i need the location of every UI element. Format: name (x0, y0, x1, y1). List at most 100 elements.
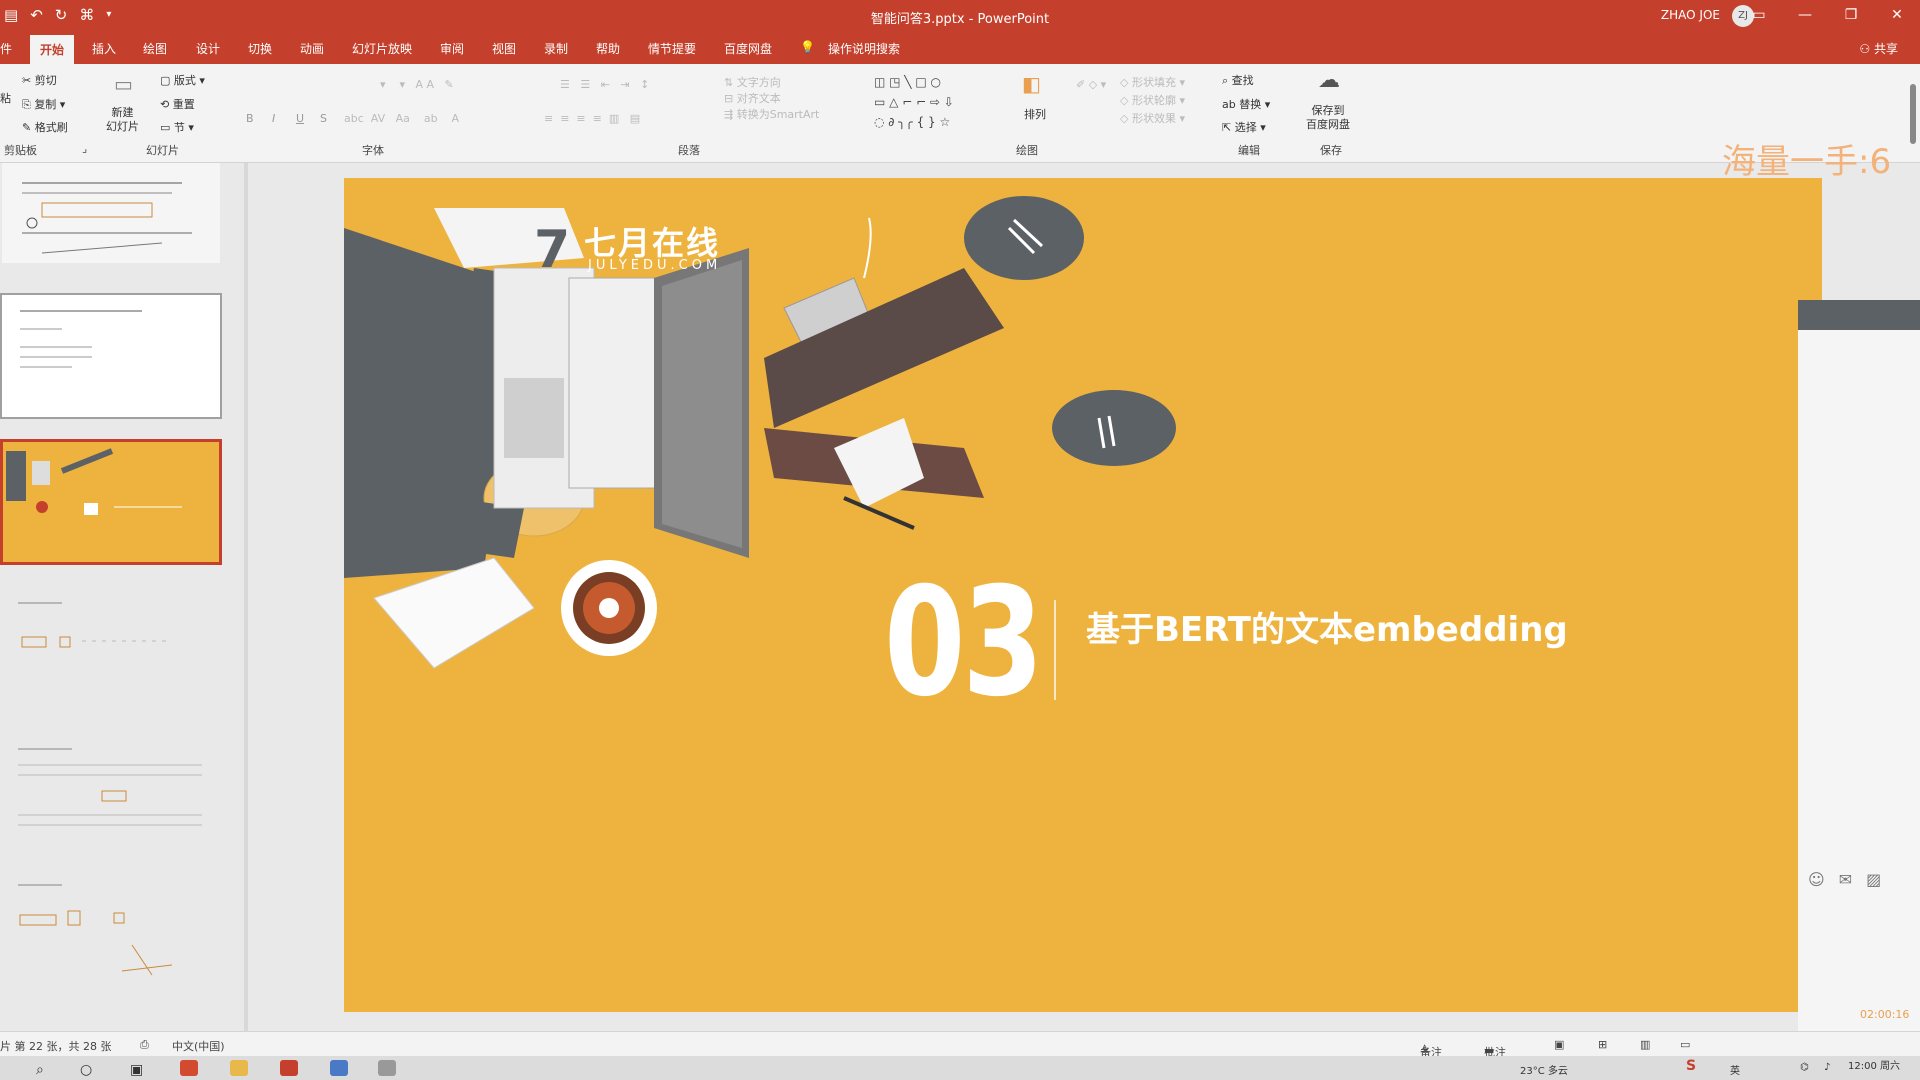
font-name-dropdown[interactable]: ▾ ▾ A A ✎ (380, 78, 454, 91)
list-buttons[interactable]: ☰ ☰ ⇤ ⇥ ↕ (560, 78, 649, 91)
find-button[interactable]: ⌕ 查找 (1222, 72, 1254, 88)
replace-button[interactable]: ab 替换 ▾ (1222, 96, 1270, 112)
app-icon[interactable] (378, 1060, 396, 1076)
thumbnail-scrollbar[interactable] (244, 163, 248, 1031)
bold-button[interactable]: B (246, 112, 254, 125)
tab-animations[interactable]: 动画 (300, 40, 324, 57)
comment-icon[interactable]: ✉ (1839, 870, 1852, 889)
slide-sorter-icon[interactable]: ⊞ (1598, 1038, 1607, 1051)
text-direction-buttons[interactable]: ⇅ 文字方向 ⊟ 对齐文本 ⇶ 转换为SmartArt (724, 74, 819, 122)
workspace-illustration (344, 196, 1176, 669)
tab-draw[interactable]: 绘图 (143, 40, 167, 57)
network-icon[interactable]: ⌬ (1800, 1062, 1809, 1073)
cut-button[interactable]: ✂ 剪切 (22, 72, 57, 88)
select-label: 选择 (1234, 121, 1257, 134)
slide-thumbnail[interactable] (2, 163, 220, 263)
app-icon[interactable] (180, 1060, 198, 1076)
restore-icon[interactable]: ❐ (1828, 0, 1874, 32)
tab-help[interactable]: 帮助 (596, 40, 620, 57)
section-button[interactable]: ▭ 节 ▾ (160, 119, 194, 135)
tab-slideshow[interactable]: 幻灯片放映 (352, 40, 412, 57)
powerpoint-icon[interactable] (280, 1060, 298, 1076)
clipboard-launcher-icon[interactable]: ⌟ (82, 142, 87, 155)
title-bar: ▤ ↶ ↻ ⌘ ▾ 智能问答3.pptx - PowerPoint ZHAO J… (0, 0, 1920, 32)
group-paragraph: 段落 (678, 144, 700, 157)
volume-icon[interactable]: ♪ (1824, 1062, 1830, 1073)
task-view-icon[interactable]: ▣ (130, 1062, 143, 1078)
reading-view-icon[interactable]: ▥ (1640, 1038, 1650, 1051)
tab-baidu[interactable]: 百度网盘 (724, 40, 772, 57)
group-slides: 幻灯片 (146, 144, 179, 157)
cut-label: 剪切 (34, 74, 57, 87)
arrange-button[interactable]: 排列 (1024, 106, 1046, 122)
copy-button[interactable]: ⎘ 复制 ▾ (22, 96, 65, 112)
tab-design[interactable]: 设计 (196, 40, 220, 57)
image-icon[interactable]: ▨ (1866, 870, 1881, 889)
search-icon-2[interactable]: ○ (80, 1062, 92, 1078)
tab-home[interactable]: 开始 (30, 35, 75, 64)
lightbulb-icon: 💡 (800, 40, 815, 54)
select-button[interactable]: ⇱ 选择 ▾ (1222, 119, 1266, 135)
save-to-baidu-button[interactable]: 保存到 百度网盘 (1306, 104, 1350, 132)
close-icon[interactable]: ✕ (1874, 0, 1920, 32)
tab-storyboard[interactable]: 情节提要 (648, 40, 696, 57)
ime-mode[interactable]: 英 (1730, 1062, 1740, 1077)
right-panel-header (1798, 300, 1920, 330)
font-effects-row: abc AV Aa ab A (344, 112, 460, 125)
slide-thumbnail[interactable] (2, 735, 220, 855)
tell-me-search[interactable]: 操作说明搜索 (828, 40, 900, 57)
share-button[interactable]: ⚇ 共享 (1859, 40, 1898, 57)
ribbon-display-icon[interactable]: ▭ (1736, 0, 1782, 32)
search-icon[interactable]: ⌕ (36, 1062, 44, 1078)
slide-thumbnail[interactable] (2, 875, 220, 995)
reaction-icons: ☺ ✉ ▨ (1808, 870, 1881, 889)
section-number[interactable]: 03 (884, 568, 1044, 718)
user-name[interactable]: ZHAO JOE (1661, 8, 1720, 22)
emoji-icon[interactable]: ☺ (1808, 870, 1825, 889)
align-buttons[interactable]: ≡ ≡ ≡ ≡ ▥ ▤ (544, 112, 640, 125)
new-slide-icon: ▭ (114, 72, 133, 96)
italic-button[interactable]: I (272, 112, 275, 125)
group-save: 保存 (1320, 144, 1342, 157)
section-label: 节 (173, 121, 185, 134)
brush-icon: ✎ (22, 121, 32, 134)
section-icon: ▭ (160, 121, 171, 134)
layout-button[interactable]: ▢ 版式 ▾ (160, 72, 205, 88)
slide-title[interactable]: 基于BERT的文本embedding (1086, 602, 1568, 651)
tab-view[interactable]: 视图 (492, 40, 516, 57)
underline-button[interactable]: U (296, 112, 304, 125)
paste-button[interactable]: 粘 (0, 90, 11, 106)
tab-transitions[interactable]: 切换 (248, 40, 272, 57)
shapes-gallery[interactable]: ◫ ◳ ╲ □ ○ ▭ △ ⌐ ⌐ ⇨ ⇩ ◌ ∂ ╮╭ { } ☆ (874, 72, 954, 132)
sogou-ime-icon[interactable]: S (1686, 1058, 1696, 1074)
clock[interactable]: 12:00 周六 (1848, 1057, 1900, 1072)
slide-thumbnail-panel (0, 163, 248, 1031)
tab-review[interactable]: 审阅 (440, 40, 464, 57)
shadow-button[interactable]: S (320, 112, 327, 125)
quick-styles-button[interactable]: ✐ ◇ ▾ (1076, 78, 1106, 91)
slide-thumbnail[interactable] (2, 593, 220, 713)
normal-view-icon[interactable]: ▣ (1554, 1038, 1564, 1051)
accessibility-icon[interactable]: ⎙ (140, 1038, 149, 1052)
slide-thumbnail[interactable] (0, 293, 222, 419)
slideshow-icon[interactable]: ▭ (1680, 1038, 1690, 1051)
folder-icon[interactable] (230, 1060, 248, 1076)
tab-record[interactable]: 录制 (544, 40, 568, 57)
logo-mark-icon: 7 (534, 220, 571, 280)
copy-label: 复制 (34, 98, 57, 111)
right-panel (1798, 300, 1920, 1031)
shape-format-buttons[interactable]: ◇ 形状填充 ▾ ◇ 形状轮廓 ▾ ◇ 形状效果 ▾ (1120, 74, 1185, 128)
app-icon[interactable] (330, 1060, 348, 1076)
ribbon-scrollbar[interactable] (1910, 84, 1916, 144)
cursor-icon: ⇱ (1222, 121, 1232, 134)
tab-insert[interactable]: 插入 (92, 40, 116, 57)
language-indicator[interactable]: 中文(中国) (172, 1038, 225, 1054)
format-painter-button[interactable]: ✎ 格式刷 (22, 119, 68, 135)
slide-canvas[interactable]: 7 七月在线 JULYEDU.COM 03 基于BERT的文本embedding (344, 178, 1822, 1012)
tab-file[interactable]: 件 (0, 40, 12, 57)
reset-button[interactable]: ⟲ 重置 (160, 96, 195, 112)
weather-indicator[interactable]: 23°C 多云 (1520, 1062, 1568, 1077)
minimize-icon[interactable]: — (1782, 0, 1828, 32)
slide-thumbnail-current[interactable] (0, 439, 222, 565)
new-slide-button[interactable]: 新建 幻灯片 (106, 106, 139, 134)
